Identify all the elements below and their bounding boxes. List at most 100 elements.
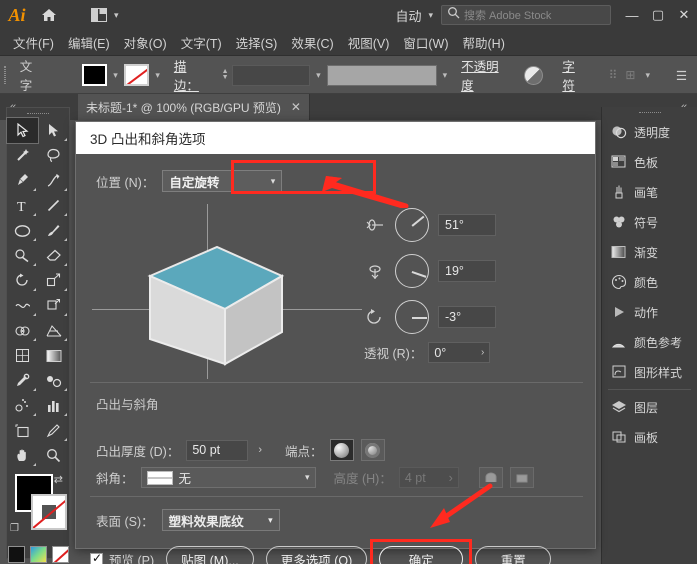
- paintbrush-tool[interactable]: [38, 218, 69, 243]
- free-transform-tool[interactable]: [38, 293, 69, 318]
- eyedropper-tool[interactable]: [7, 368, 38, 393]
- default-fill-stroke-icon[interactable]: ❐: [10, 523, 19, 534]
- swap-fill-stroke-icon[interactable]: ⇄: [54, 473, 63, 486]
- rotate-x-dial[interactable]: [395, 208, 429, 242]
- none-swatch-button[interactable]: [52, 546, 69, 563]
- menu-window[interactable]: 窗口(W): [396, 30, 455, 55]
- stroke-chevron-down-icon[interactable]: ▾: [149, 70, 166, 81]
- panel-dock-handle[interactable]: [602, 107, 697, 117]
- extrude-depth-stepper-icon[interactable]: ›: [255, 444, 265, 456]
- panel-item-color[interactable]: 颜色: [602, 267, 697, 297]
- maximize-button[interactable]: ▢: [645, 0, 671, 30]
- opacity-label[interactable]: 不透明度: [453, 56, 518, 94]
- more-options-button[interactable]: 更多选项 (O): [266, 546, 368, 564]
- hand-tool[interactable]: [7, 443, 38, 468]
- profile-chevron-down-icon[interactable]: ▾: [437, 70, 454, 81]
- ellipse-tool[interactable]: [7, 218, 38, 243]
- symbol-sprayer-tool[interactable]: [7, 393, 38, 418]
- panel-item-swatches[interactable]: 色板: [602, 147, 697, 177]
- rotate-y-dial[interactable]: [395, 254, 429, 288]
- auto-chevron-down-icon[interactable]: ▾: [428, 10, 433, 21]
- gradient-swatch-button[interactable]: [30, 546, 47, 563]
- panel-item-transparency[interactable]: 透明度: [602, 117, 697, 147]
- cap-solid-button[interactable]: [330, 439, 354, 461]
- perspective-grid-tool[interactable]: [38, 318, 69, 343]
- menu-help[interactable]: 帮助(H): [456, 30, 512, 55]
- character-label[interactable]: 字符: [554, 56, 595, 94]
- width-tool[interactable]: [7, 293, 38, 318]
- opacity-icon[interactable]: [524, 66, 543, 85]
- panel-item-gradient[interactable]: 渐变: [602, 237, 697, 267]
- selection-tool[interactable]: [7, 118, 38, 143]
- stroke-weight-chevron-down-icon[interactable]: ▾: [310, 70, 327, 81]
- type-tool[interactable]: T: [7, 193, 38, 218]
- document-tab[interactable]: 未标题-1* @ 100% (RGB/GPU 预览) ✕: [78, 94, 310, 120]
- column-graph-tool[interactable]: [38, 393, 69, 418]
- panel-item-graphic-styles[interactable]: 图形样式: [602, 357, 697, 387]
- menu-view[interactable]: 视图(V): [341, 30, 397, 55]
- menu-edit[interactable]: 编辑(E): [61, 30, 117, 55]
- panel-item-symbols[interactable]: 符号: [602, 207, 697, 237]
- panel-item-artboards[interactable]: 画板: [602, 422, 697, 452]
- zoom-tool[interactable]: [38, 443, 69, 468]
- arrange-chevron-down-icon[interactable]: ▾: [114, 10, 119, 21]
- panel-item-actions[interactable]: 动作: [602, 297, 697, 327]
- gradient-tool[interactable]: [38, 343, 69, 368]
- options-list-icon[interactable]: ☰: [666, 68, 697, 83]
- blend-tool[interactable]: [38, 368, 69, 393]
- rotate-tool[interactable]: [7, 268, 38, 293]
- stroke-color-box[interactable]: [31, 494, 67, 530]
- eraser-tool[interactable]: [38, 243, 69, 268]
- document-tab-close-icon[interactable]: ✕: [291, 100, 301, 114]
- magic-wand-tool[interactable]: [7, 143, 38, 168]
- home-icon[interactable]: [34, 0, 64, 30]
- menu-type[interactable]: 文字(T): [174, 30, 229, 55]
- stroke-weight-stepper[interactable]: ▲▼: [219, 69, 232, 81]
- lasso-tool[interactable]: [38, 143, 69, 168]
- map-art-button[interactable]: 贴图 (M)...: [166, 546, 254, 564]
- perspective-stepper-icon[interactable]: ›: [481, 347, 484, 358]
- curvature-tool[interactable]: [38, 168, 69, 193]
- close-button[interactable]: ✕: [671, 0, 697, 30]
- shape-builder-tool[interactable]: [7, 318, 38, 343]
- preview-checkbox[interactable]: [90, 553, 103, 564]
- rotate-z-dial[interactable]: [395, 300, 429, 334]
- slice-tool[interactable]: [38, 418, 69, 443]
- transform-chevron-down-icon[interactable]: ▾: [639, 70, 656, 81]
- arrange-documents-icon[interactable]: [86, 0, 112, 30]
- color-swatch-button[interactable]: [8, 546, 25, 563]
- position-dropdown[interactable]: 自定旋转 ▾: [162, 170, 282, 192]
- surface-dropdown[interactable]: 塑料效果底纹 ▾: [162, 509, 280, 531]
- menu-select[interactable]: 选择(S): [229, 30, 285, 55]
- tools-panel-handle[interactable]: [7, 108, 69, 118]
- fill-chevron-down-icon[interactable]: ▾: [107, 70, 124, 81]
- reset-button[interactable]: 重置: [475, 546, 551, 564]
- artboard-tool[interactable]: [7, 418, 38, 443]
- menu-file[interactable]: 文件(F): [6, 30, 61, 55]
- stock-search-box[interactable]: 搜索 Adobe Stock: [441, 5, 611, 25]
- rotate-x-input[interactable]: 51°: [438, 214, 496, 236]
- auto-mode-selector[interactable]: 自动 ▾: [395, 6, 441, 25]
- variable-width-profile-input[interactable]: [327, 65, 437, 86]
- panel-item-layers[interactable]: 图层: [602, 392, 697, 422]
- control-bar-grip[interactable]: [0, 57, 10, 94]
- direct-selection-tool[interactable]: [38, 118, 69, 143]
- cap-hollow-button[interactable]: [361, 439, 385, 461]
- menu-effect[interactable]: 效果(C): [284, 30, 340, 55]
- pen-tool[interactable]: [7, 168, 38, 193]
- mesh-tool[interactable]: [7, 343, 38, 368]
- bevel-dropdown[interactable]: 无 ▾: [141, 467, 316, 488]
- scale-tool[interactable]: [38, 268, 69, 293]
- panel-item-brushes[interactable]: 画笔: [602, 177, 697, 207]
- rotate-y-input[interactable]: 19°: [438, 260, 496, 282]
- cube-preview[interactable]: [92, 204, 362, 379]
- extrude-depth-input[interactable]: 50 pt: [186, 440, 248, 461]
- fill-color-swatch[interactable]: [82, 64, 108, 86]
- line-segment-tool[interactable]: [38, 193, 69, 218]
- stroke-weight-label[interactable]: 描边：: [166, 56, 219, 94]
- perspective-input[interactable]: 0° ›: [428, 342, 490, 363]
- menu-object[interactable]: 对象(O): [117, 30, 174, 55]
- shaper-tool[interactable]: [7, 243, 38, 268]
- stroke-weight-input[interactable]: [232, 65, 311, 86]
- stroke-color-swatch[interactable]: [124, 64, 150, 86]
